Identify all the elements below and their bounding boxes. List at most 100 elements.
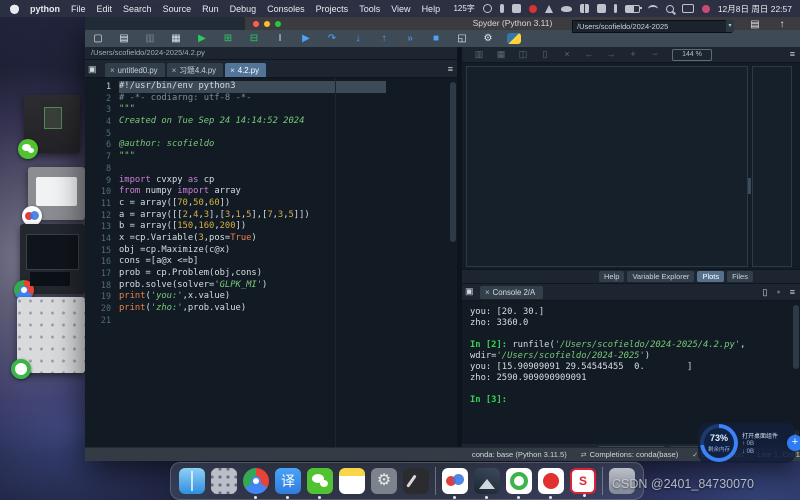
python-env-icon[interactable] [507,33,521,44]
keyboard-icon[interactable] [512,4,521,13]
run-selection-icon[interactable]: I [267,31,293,47]
bluetooth-icon[interactable] [614,4,617,13]
step-out-icon[interactable]: ↑ [371,31,397,47]
switch-icon[interactable] [597,4,606,13]
menu-item-source[interactable]: Source [163,4,192,14]
preferences-icon[interactable]: ⚙ [475,31,501,47]
path-dropdown-icon[interactable]: ▾ [726,20,734,32]
save-icon[interactable]: ▥ [137,31,163,47]
editor-tab[interactable]: ×习题4.4.py [167,63,224,77]
stop-icon[interactable]: ■ [423,31,449,47]
dock-notes-icon[interactable] [339,468,365,494]
dock-translate-icon[interactable]: 译 [275,468,301,494]
memory-widget[interactable]: 73% 剩余内存 打开桌面组件 ↑ 0B ↓ 0B + [698,423,795,463]
dock-redapple-icon[interactable] [538,468,564,494]
search-icon[interactable] [666,5,674,13]
editor-options-icon[interactable]: ≡ [448,64,453,74]
close-icon[interactable]: × [172,66,177,75]
menu-item-run[interactable]: Run [202,4,219,14]
console-scrollbar[interactable] [793,305,799,369]
window-thumbnail-wechat[interactable] [24,95,80,153]
save-all-icon[interactable]: ▦ [163,31,189,47]
display-icon[interactable] [682,4,694,13]
cloud-icon[interactable] [561,6,572,12]
tab-plots[interactable]: Plots [697,271,724,282]
dock-settings-icon[interactable]: ⚙ [371,468,397,494]
menu-item-projects[interactable]: Projects [316,4,349,14]
close-icon[interactable]: × [110,66,115,75]
close-plot-icon[interactable]: ▯ [534,49,556,60]
editor-tab[interactable]: ×untitled0.py [105,63,165,77]
step-into-icon[interactable]: ↓ [345,31,371,47]
menu-item-view[interactable]: View [391,4,410,14]
working-directory-input[interactable]: /Users/scofieldo/2024-2025 [572,20,732,33]
inspect-icon[interactable]: ▯ [763,287,768,298]
add-widget-button[interactable]: + [787,435,800,451]
open-file-icon[interactable]: ▤ [111,31,137,47]
menu-item-edit[interactable]: Edit [97,4,113,14]
dock-keychain-icon[interactable] [403,468,429,494]
apple-menu-icon[interactable] [10,4,19,14]
tiles-icon[interactable] [580,4,589,13]
browse-tabs-icon[interactable]: ▣ [88,63,100,75]
menu-item-search[interactable]: Search [123,4,152,14]
run-cell-advance-icon[interactable]: ⊟ [241,31,267,47]
mic-icon[interactable] [500,4,504,13]
dock-photos-icon[interactable] [474,468,500,494]
menu-item-debug[interactable]: Debug [230,4,257,14]
recording-dot-icon[interactable] [702,5,710,13]
app-menu[interactable]: python [30,4,60,14]
debug-icon[interactable]: ▶ [293,31,319,47]
plot-zoom-level[interactable]: 144 % [672,49,712,61]
plots-options-icon[interactable]: ≡ [790,49,795,59]
window-thumbnail-app-grid[interactable] [17,297,85,373]
zoom-out-icon[interactable]: − [644,49,666,60]
dock-launchpad-icon[interactable] [211,468,237,494]
maximize-pane-icon[interactable]: ◱ [449,31,475,47]
dock-chrome-icon[interactable] [243,468,269,494]
dock-sapp-icon[interactable]: S [570,468,596,494]
dock-netdisk-icon[interactable] [442,468,468,494]
browse-directory-icon[interactable]: ▤ [747,19,763,31]
tab-files[interactable]: Files [727,271,753,282]
battery-icon[interactable] [625,5,640,13]
menu-clock[interactable]: 12月8日 周日 22:57 [718,3,792,15]
plot-thumbnail-scrollbar[interactable] [748,178,751,194]
save-all-plots-icon[interactable]: ▦ [490,49,512,60]
window-thumbnail-netdisk-dialog[interactable] [28,167,85,220]
minimize-window-button[interactable] [264,21,270,27]
share-icon[interactable] [545,5,553,13]
dock-greenring-icon[interactable] [506,468,532,494]
run-cell-icon[interactable]: ⊞ [215,31,241,47]
tab-variable-explorer[interactable]: Variable Explorer [627,271,694,282]
console-tab[interactable]: × Console 2/A [480,286,543,299]
continue-icon[interactable]: » [397,31,423,47]
close-icon[interactable]: × [230,66,235,75]
next-plot-icon[interactable]: → [600,49,622,60]
browse-console-tabs-icon[interactable]: ▣ [465,285,477,297]
close-icon[interactable]: × [485,288,490,297]
menu-item-help[interactable]: Help [422,4,441,14]
new-file-icon[interactable]: ▢ [85,31,111,47]
close-all-plots-icon[interactable]: × [556,49,578,60]
close-window-button[interactable] [253,21,259,27]
parent-directory-icon[interactable]: ↑ [775,19,789,31]
wifi-icon[interactable] [648,5,658,13]
previous-plot-icon[interactable]: ← [578,49,600,60]
zoom-window-button[interactable] [275,21,281,27]
menu-item-consoles[interactable]: Consoles [267,4,305,14]
dock-wechat-icon[interactable] [307,468,333,494]
menu-item-tools[interactable]: Tools [359,4,380,14]
save-plot-icon[interactable]: ▥ [468,49,490,60]
interrupt-kernel-icon[interactable]: ● [777,289,781,296]
copy-plot-icon[interactable]: ◫ [512,49,534,60]
tab-help[interactable]: Help [599,271,624,282]
editor-scrollbar[interactable] [450,82,456,242]
run-icon[interactable]: ▶ [189,31,215,47]
step-over-icon[interactable]: ↷ [319,31,345,47]
menu-item-file[interactable]: File [71,4,86,14]
record-icon[interactable] [529,5,537,13]
editor-tab[interactable]: ×4.2.py [225,63,266,77]
window-thumbnail-terminal[interactable] [20,224,85,294]
console-options-icon[interactable]: ≡ [790,287,795,297]
